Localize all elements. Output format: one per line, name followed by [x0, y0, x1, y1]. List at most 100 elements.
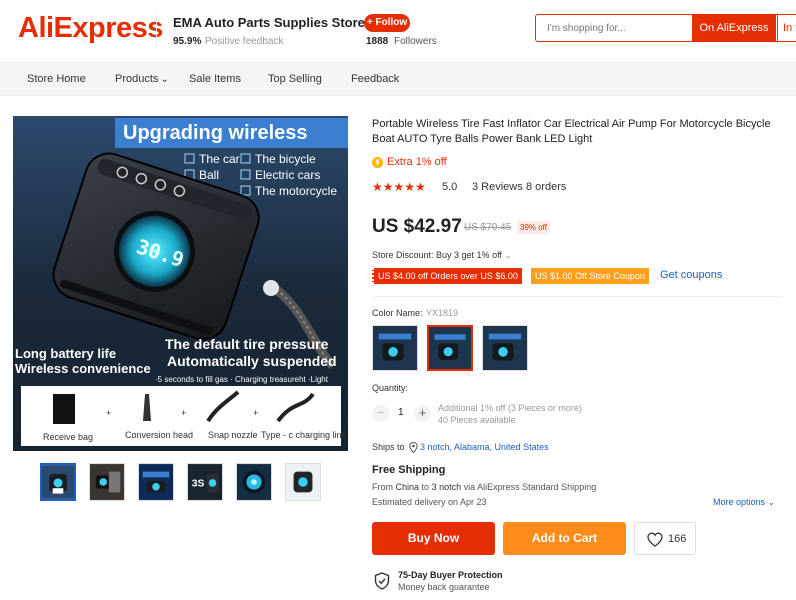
accessory-label: Receive bag [43, 432, 93, 442]
thumbnail[interactable] [138, 463, 174, 501]
store-discount[interactable]: Store Discount: Buy 3 get 1% off ⌄ [372, 250, 512, 261]
accessory-label: Conversion head [125, 430, 193, 440]
check-item: Ball [199, 168, 219, 182]
thumbnail[interactable]: 3S [187, 463, 223, 501]
discount-badge: 39% off [517, 221, 550, 234]
search-input[interactable] [536, 15, 691, 41]
more-options-link[interactable]: More options ⌄ [713, 497, 775, 508]
search-bar: On AliExpress In this store [535, 14, 796, 42]
divider [372, 296, 782, 297]
color-label: Color Name: [372, 308, 423, 318]
product-photo: Upgrading wireless The car The bicycle B… [13, 116, 348, 451]
quantity-additional: Additional 1% off (3 Pieces or more) [438, 403, 582, 413]
main-product-image[interactable]: Upgrading wireless The car The bicycle B… [13, 116, 348, 451]
coupon-store[interactable]: US $1.00 Off Store Coupon [531, 268, 649, 284]
caption-right-1: The default tire pressure [165, 336, 329, 352]
nav-products-label: Products [115, 73, 159, 85]
chevron-down-icon[interactable]: ⌄ [332, 15, 340, 26]
color-swatch-selected[interactable] [427, 325, 473, 371]
aliexpress-logo[interactable]: AliExpress [18, 12, 163, 45]
thumbnail[interactable] [40, 463, 76, 501]
buy-now-button[interactable]: Buy Now [372, 522, 495, 555]
coupon-orders[interactable]: US $4.00 off Orders over US $6.00 [372, 268, 522, 284]
nav-top-selling[interactable]: Top Selling [268, 73, 322, 85]
chevron-down-icon: ⌄ [504, 250, 512, 260]
more-options-label: More options [713, 497, 766, 507]
star-rating: ★★★★★ [372, 180, 426, 194]
color-swatch[interactable] [372, 325, 418, 371]
svg-text:+: + [253, 408, 258, 418]
accessory-label: Snap nozzle [208, 430, 258, 440]
wishlist-count: 166 [668, 533, 687, 545]
ship-to-place: 3 notch [431, 482, 462, 492]
heart-icon [647, 532, 663, 547]
search-aliexpress-button[interactable]: On AliExpress [692, 15, 776, 41]
shield-icon [374, 572, 390, 590]
followers-count: 1888 [366, 36, 389, 47]
original-price: US $70.45 [464, 222, 512, 233]
search-store-button[interactable]: In this store [777, 15, 796, 41]
shipping-route: From China to 3 notch via AliExpress Sta… [372, 482, 596, 492]
check-item: The bicycle [255, 152, 316, 166]
thumbnail-strip: 3S [40, 463, 330, 501]
reviews-link[interactable]: 3 Reviews [472, 181, 523, 193]
buyer-protection-title: 75-Day Buyer Protection [398, 570, 503, 580]
quantity-increase-button[interactable]: + [414, 405, 431, 422]
ship-from-word: From [372, 482, 393, 492]
quantity-info: Additional 1% off (3 Pieces or more) 40 … [438, 402, 582, 426]
thumbnail[interactable] [89, 463, 125, 501]
ship-via: via AliExpress Standard Shipping [463, 482, 597, 492]
get-coupons-link[interactable]: Get coupons [660, 269, 722, 281]
feedback-label: Positive feedback [205, 36, 284, 47]
sub-caption: ·5 seconds to fill gas · Charging treasu… [155, 375, 329, 384]
product-title: Portable Wireless Tire Fast Inflator Car… [372, 118, 771, 145]
free-shipping: Free Shipping [372, 464, 446, 476]
thumbnail[interactable] [285, 463, 321, 501]
color-swatch[interactable] [482, 325, 528, 371]
current-price: US $42.97 [372, 216, 462, 237]
store-nav: Store Home Products ⌄ Sale Items Top Sell… [0, 62, 796, 96]
thumbnail[interactable] [236, 463, 272, 501]
svg-text:+: + [106, 408, 111, 418]
check-item: Electric cars [255, 168, 320, 182]
nav-sale-items[interactable]: Sale Items [189, 73, 241, 85]
check-item: The car [199, 152, 240, 166]
banner-text: Upgrading wireless [123, 122, 308, 144]
rating-value: 5.0 [442, 181, 458, 193]
svg-text:+: + [181, 408, 186, 418]
store-discount-text: Store Discount: Buy 3 get 1% off [372, 250, 502, 260]
quantity-label: Quantity: [372, 383, 409, 393]
follow-button[interactable]: + Follow [364, 14, 410, 32]
caption-left-1: Long battery life [15, 346, 116, 361]
quantity-available: 40 Pieces available [438, 415, 516, 425]
ships-to-location[interactable]: 3 notch, Alabama, United States [420, 442, 549, 452]
check-item: The motorcycle [255, 184, 337, 198]
caption-right-2: Automatically suspended [167, 353, 337, 369]
svg-text:3S: 3S [192, 479, 205, 490]
chevron-down-icon: ⌄ [767, 497, 776, 507]
buyer-protection-subtitle: Money back guarantee [398, 582, 490, 592]
store-header: AliExpress EMA Auto Parts Supplies Store… [0, 0, 796, 62]
nav-feedback[interactable]: Feedback [351, 73, 399, 85]
orders-count: 8 orders [526, 181, 567, 193]
extra-discount: Extra 1% off [387, 156, 447, 168]
quantity-value[interactable]: 1 [398, 407, 404, 418]
wishlist-button[interactable]: 166 [634, 522, 696, 555]
caption-left-2: Wireless convenience [15, 361, 151, 376]
location-pin-icon [409, 442, 418, 453]
chevron-down-icon: ⌄ [160, 74, 169, 85]
header-divider [156, 14, 157, 46]
ship-from-country: China [395, 482, 420, 492]
followers-label: Followers [394, 36, 437, 47]
feedback-percent: 95.9% [173, 36, 202, 47]
color-value: YX1819 [426, 308, 459, 318]
estimated-delivery: Estimated delivery on Apr 23 [372, 497, 487, 507]
add-to-cart-button[interactable]: Add to Cart [503, 522, 626, 555]
ships-to-label: Ships to [372, 442, 405, 452]
accessory-label: Type - c charging line [261, 430, 347, 440]
ship-to-word: to [421, 482, 430, 492]
coin-icon: ¥ [372, 157, 383, 168]
nav-store-home[interactable]: Store Home [27, 73, 86, 85]
quantity-decrease-button[interactable]: − [372, 405, 389, 422]
nav-products[interactable]: Products ⌄ [115, 73, 169, 85]
